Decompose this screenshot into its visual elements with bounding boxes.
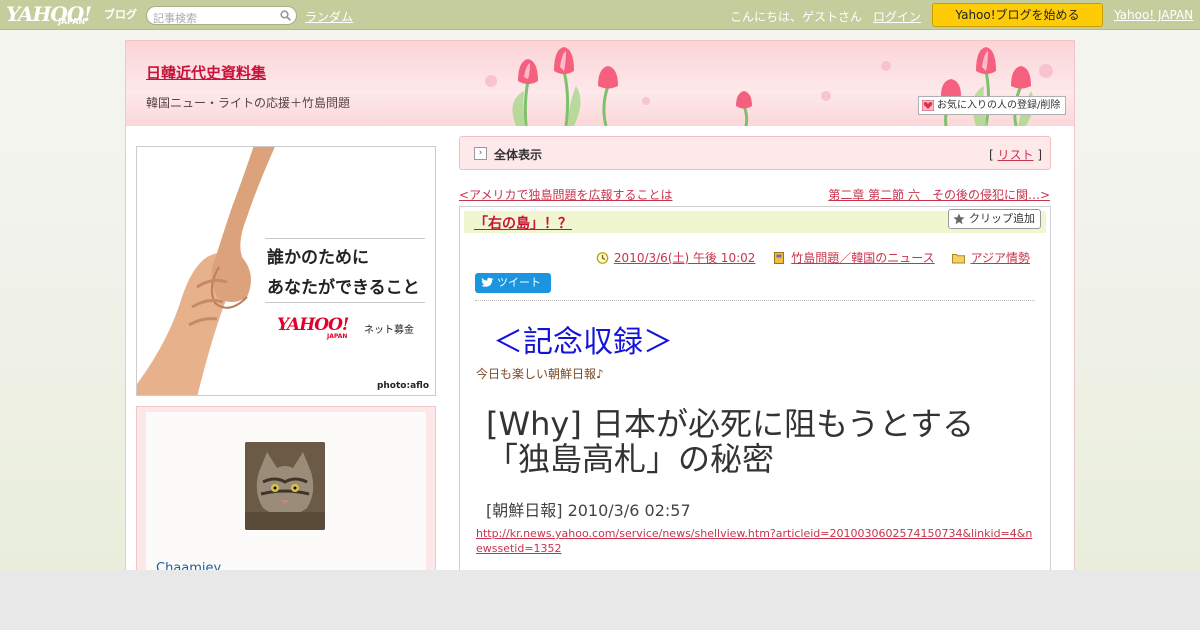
blog-frame: 日韓近代史資料集 韓国ニュー・ライトの応援＋竹島問題 お気に入りの人の登録/削除… — [125, 40, 1075, 570]
dotted-divider — [475, 300, 1035, 301]
article: 「右の島」！？ クリップ追加 2010/3/6(土) 午後 10:02 竹島問題… — [459, 206, 1051, 570]
article-title-link[interactable]: 「右の島」！？ — [474, 213, 572, 233]
net-donation-ad-banner[interactable]: 誰かのために あなたができること YAHOO! JAPAN ネット募金 phot… — [136, 146, 436, 396]
favorite-register-button[interactable]: お気に入りの人の登録/削除 — [918, 96, 1066, 115]
expand-arrow-icon: › — [474, 147, 487, 160]
star-icon — [953, 213, 965, 225]
search-box — [146, 6, 297, 27]
folder-icon — [952, 254, 966, 264]
book-icon — [774, 252, 785, 264]
list-view-toggle: [ リスト ] — [989, 146, 1042, 163]
avatar[interactable] — [245, 442, 325, 530]
article-datetime[interactable]: 2010/3/6(土) 午後 10:02 — [614, 251, 755, 265]
yahoo-japan-link[interactable]: Yahoo! JAPAN — [1114, 8, 1193, 22]
article-folder[interactable]: アジア情勢 — [970, 251, 1030, 265]
ad-rule-top — [265, 238, 425, 239]
article-dateline: [朝鮮日報] 2010/3/6 02:57 — [486, 501, 691, 520]
page-background: YAHOO! JAPAN ブログ ランダム こんにちは、ゲストさん ログイン Y… — [0, 0, 1200, 570]
article-header: 「右の島」！？ クリップ追加 — [464, 209, 1046, 233]
random-link[interactable]: ランダム — [305, 8, 353, 25]
article-intro: 今日も楽しい朝鮮日報♪ — [476, 367, 604, 381]
source-url-link[interactable]: http://kr.news.yahoo.com/service/news/sh… — [476, 526, 1038, 556]
twitter-bird-icon — [481, 277, 494, 287]
bottom-gray-area — [0, 570, 1200, 630]
ad-yahoo-japan: JAPAN — [327, 333, 348, 340]
logo-product: ブログ — [104, 8, 137, 21]
article-heading: ＜記念収録＞ — [493, 325, 673, 360]
clock-icon — [596, 252, 609, 264]
start-blog-button[interactable]: Yahoo!ブログを始める — [932, 3, 1103, 27]
article-category[interactable]: 竹島問題／韓国のニュース — [791, 251, 934, 265]
next-article-link[interactable]: 第二章 第二節 六 その後の侵犯に関…> — [828, 186, 1050, 203]
logo-sub: JAPAN — [58, 17, 86, 26]
login-link[interactable]: ログイン — [873, 8, 921, 25]
prev-article-link[interactable]: <アメリカで独島問題を広報することは — [459, 186, 672, 203]
article-headline: [Why] 日本が必死に阻もうとする「独島高札」の秘密 — [486, 405, 975, 478]
blog-header: 日韓近代史資料集 韓国ニュー・ライトの応援＋竹島問題 お気に入りの人の登録/削除 — [126, 41, 1074, 126]
ad-line1: 誰かのために — [267, 248, 369, 268]
view-all-label: 全体表示 — [494, 148, 543, 162]
handshake-image — [137, 147, 275, 395]
greeting-text: こんにちは、ゲストさん — [730, 10, 863, 24]
ad-photo-credit: photo:aflo — [376, 381, 429, 391]
profile-inner: Chaamiey — [146, 412, 426, 570]
ad-rule-bottom — [265, 302, 425, 303]
view-all-bar: › 全体表示 [ リスト ] — [459, 136, 1051, 170]
ad-line2: あなたができること — [267, 278, 420, 298]
top-bar: YAHOO! JAPAN ブログ ランダム こんにちは、ゲストさん ログイン Y… — [0, 0, 1200, 30]
article-meta: 2010/3/6(土) 午後 10:02 竹島問題／韓国のニュース アジア情勢 — [596, 249, 1030, 266]
profile-username[interactable]: Chaamiey — [156, 561, 221, 570]
tweet-label: ツイート — [497, 276, 541, 289]
clip-add-button[interactable]: クリップ追加 — [948, 209, 1041, 229]
search-icon[interactable] — [280, 10, 291, 21]
blog-title-link[interactable]: 日韓近代史資料集 — [146, 62, 266, 83]
ad-yahoo-logo: YAHOO! — [277, 315, 349, 335]
search-input[interactable] — [147, 10, 267, 27]
heart-icon — [922, 100, 934, 111]
tweet-button[interactable]: ツイート — [475, 273, 551, 293]
clip-add-label: クリップ追加 — [969, 212, 1035, 225]
blog-subtitle: 韓国ニュー・ライトの応援＋竹島問題 — [146, 96, 351, 110]
list-view-link[interactable]: リスト — [997, 148, 1033, 162]
favorite-register-label: お気に入りの人の登録/削除 — [937, 100, 1061, 111]
list-suffix: ] — [1033, 148, 1042, 162]
profile-box: Chaamiey — [136, 406, 436, 570]
ad-service-label: ネット募金 — [364, 325, 414, 336]
